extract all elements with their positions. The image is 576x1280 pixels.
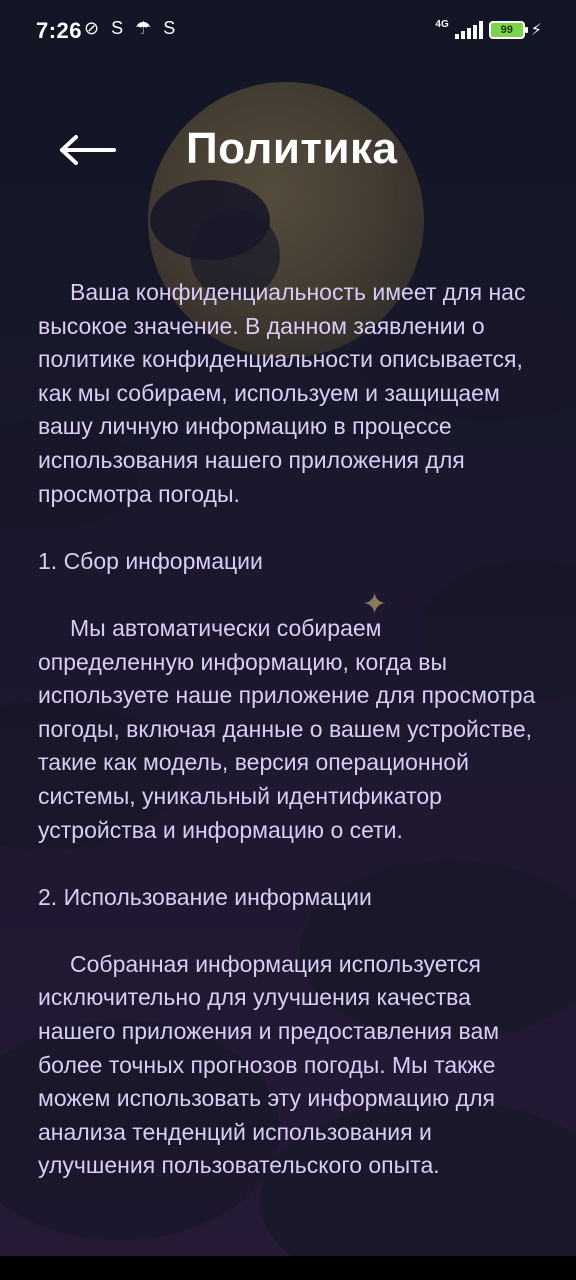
umbrella-icon: ☂ <box>135 18 152 38</box>
app-screen: ✦ Политика Ваша конфиденциальность имеет… <box>0 0 576 1256</box>
policy-intro: Ваша конфиденциальность имеет для нас вы… <box>38 279 526 507</box>
status-bar: 7:26 ⊘ S ☂ S 4G 99 ⚡ <box>0 0 576 64</box>
section-2-body: Собранная информация используется исключ… <box>38 950 500 1179</box>
section-1-body: Мы автоматически собираем определенную и… <box>38 614 536 843</box>
charging-icon: ⚡ <box>530 22 542 39</box>
policy-content: Ваша конфиденциальность имеет для нас вы… <box>38 276 542 1217</box>
section-1-title: 1. Сбор информации <box>38 547 263 574</box>
alarm-off-icon: ⊘ <box>84 18 100 38</box>
signal-icon <box>454 21 483 39</box>
system-navigation-bar <box>0 1256 576 1280</box>
network-type: 4G <box>435 18 449 30</box>
back-button[interactable] <box>52 124 124 176</box>
status-time: 7:26 <box>36 18 83 43</box>
page-title: Политика <box>186 124 398 173</box>
notification-icons: ⊘ S ☂ S <box>84 18 175 39</box>
app-notification-icon: S <box>163 18 176 38</box>
battery-icon: 99 <box>488 21 528 39</box>
arrow-left-icon <box>60 135 116 165</box>
section-2-title: 2. Использование информации <box>38 883 372 910</box>
app-notification-icon: S <box>111 18 124 38</box>
system-icons: 4G 99 ⚡ <box>435 18 542 40</box>
